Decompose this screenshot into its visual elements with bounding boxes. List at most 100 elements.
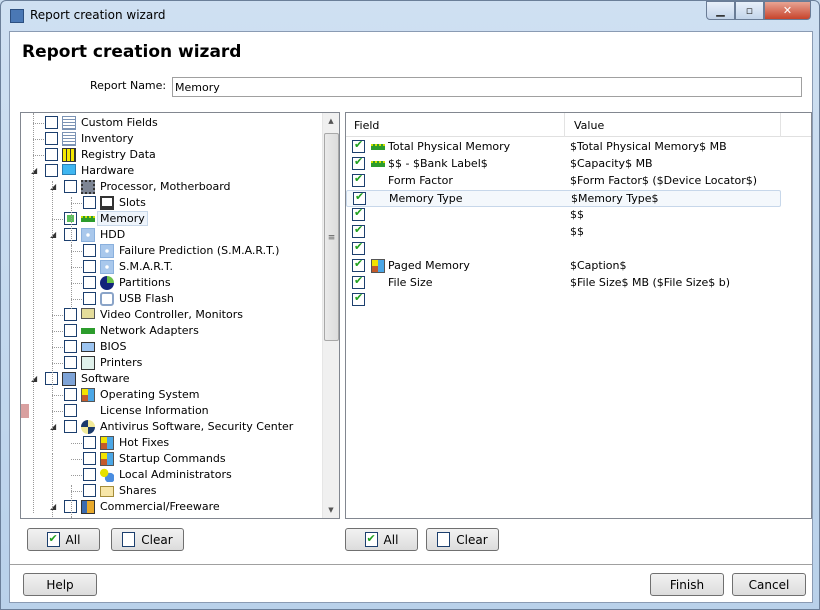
field-row[interactable] bbox=[346, 291, 781, 309]
field-checkbox[interactable] bbox=[352, 172, 365, 187]
tree-item[interactable]: Startup Commands bbox=[21, 451, 321, 467]
expand-toggle-icon[interactable]: ◢ bbox=[31, 166, 37, 175]
maximize-button[interactable]: ▫ bbox=[735, 1, 764, 20]
tree-item[interactable]: Shares bbox=[21, 483, 321, 499]
field-checkbox[interactable] bbox=[352, 240, 365, 255]
monitor-icon bbox=[62, 164, 76, 175]
tree-item[interactable]: Local Administrators bbox=[21, 467, 321, 483]
tree-item[interactable]: ◢ Processor, Motherboard bbox=[21, 179, 321, 195]
tree-item[interactable]: BIOS bbox=[21, 339, 321, 355]
tree-item[interactable]: Network Adapters bbox=[21, 323, 321, 339]
scroll-down-arrow-icon[interactable]: ▼ bbox=[323, 502, 339, 518]
data-group-tree[interactable]: ▲ ≡ ▼ Custom Fields Inventory Registry Dat… bbox=[20, 112, 340, 519]
tree-item-checkbox[interactable] bbox=[83, 244, 96, 257]
tree-item-checkbox[interactable] bbox=[83, 196, 96, 209]
tree-item-checkbox[interactable] bbox=[64, 356, 77, 369]
scroll-up-arrow-icon[interactable]: ▲ bbox=[323, 113, 339, 129]
fields-select-all-button[interactable]: All bbox=[345, 528, 418, 551]
tree-item-checkbox[interactable] bbox=[64, 180, 77, 193]
field-checkbox[interactable] bbox=[352, 138, 365, 153]
tree-item[interactable]: ◢ HDD bbox=[21, 227, 321, 243]
tree-item[interactable]: Printers bbox=[21, 355, 321, 371]
tree-item[interactable]: Failure Prediction (S.M.A.R.T.) bbox=[21, 243, 321, 259]
tree-item[interactable]: S.M.A.R.T. bbox=[21, 259, 321, 275]
expand-toggle-icon[interactable]: ◢ bbox=[31, 374, 37, 383]
tree-item-checkbox[interactable] bbox=[45, 132, 58, 145]
tree-item-checkbox[interactable] bbox=[83, 436, 96, 449]
software-icon bbox=[62, 372, 76, 386]
tree-item[interactable]: Operating System bbox=[21, 387, 321, 403]
tree-item[interactable]: ◢ Commercial/Freeware bbox=[21, 499, 321, 515]
tree-item-checkbox[interactable] bbox=[64, 420, 77, 433]
field-value: $File Size$ MB ($File Size$ b) bbox=[570, 276, 731, 289]
tree-item-label: Custom Fields bbox=[81, 116, 158, 129]
tree-item[interactable]: Slots bbox=[21, 195, 321, 211]
field-checkbox[interactable] bbox=[352, 223, 365, 238]
field-row[interactable]: File Size $File Size$ MB ($File Size$ b) bbox=[346, 274, 781, 292]
column-header-field[interactable]: Field bbox=[354, 119, 379, 132]
field-row[interactable]: $$ bbox=[346, 223, 781, 241]
tree-item[interactable]: License Information bbox=[21, 403, 321, 419]
cancel-button[interactable]: Cancel bbox=[732, 573, 806, 596]
close-button[interactable]: ✕ bbox=[764, 1, 811, 20]
disk-icon bbox=[81, 228, 95, 242]
scrollbar-thumb[interactable]: ≡ bbox=[324, 133, 339, 341]
field-row[interactable]: Total Physical Memory $Total Physical Mem… bbox=[346, 138, 781, 156]
tree-item[interactable]: Custom Fields bbox=[21, 115, 321, 131]
expand-toggle-icon[interactable]: ◢ bbox=[50, 502, 56, 511]
document-icon bbox=[62, 116, 76, 130]
field-checkbox[interactable] bbox=[352, 291, 365, 306]
field-row[interactable]: Form Factor $Form Factor$ ($Device Locato… bbox=[346, 172, 781, 190]
tree-item-checkbox[interactable] bbox=[45, 164, 58, 177]
tree-item-checkbox[interactable] bbox=[64, 324, 77, 337]
tree-item-checkbox[interactable] bbox=[64, 340, 77, 353]
expand-toggle-icon[interactable]: ◢ bbox=[50, 230, 56, 239]
tree-select-all-button[interactable]: All bbox=[27, 528, 100, 551]
fields-clear-button[interactable]: Clear bbox=[426, 528, 499, 551]
column-header-value[interactable]: Value bbox=[574, 119, 604, 132]
windows-icon bbox=[81, 388, 95, 402]
tree-item[interactable]: Memory bbox=[21, 211, 321, 227]
field-checkbox[interactable] bbox=[352, 274, 365, 289]
tree-item-checkbox[interactable] bbox=[45, 148, 58, 161]
tree-item-checkbox[interactable] bbox=[83, 276, 96, 289]
help-button[interactable]: Help bbox=[23, 573, 97, 596]
field-row[interactable]: Memory Type $Memory Type$ bbox=[346, 190, 781, 207]
field-checkbox[interactable] bbox=[352, 257, 365, 272]
tree-item[interactable]: Video Controller, Monitors bbox=[21, 307, 321, 323]
field-row[interactable] bbox=[346, 240, 781, 258]
tree-item-label: USB Flash bbox=[119, 292, 174, 305]
tree-scrollbar[interactable]: ▲ ≡ ▼ bbox=[322, 113, 339, 518]
field-checkbox[interactable] bbox=[352, 155, 365, 170]
finish-button[interactable]: Finish bbox=[650, 573, 724, 596]
tree-item-checkbox[interactable] bbox=[64, 388, 77, 401]
field-checkbox[interactable] bbox=[353, 190, 366, 205]
field-row[interactable]: $$ bbox=[346, 206, 781, 224]
field-row[interactable]: Paged Memory $Caption$ bbox=[346, 257, 781, 275]
tree-item[interactable]: ◢ Software bbox=[21, 371, 321, 387]
tree-item-checkbox[interactable] bbox=[83, 452, 96, 465]
tree-item[interactable]: Partitions bbox=[21, 275, 321, 291]
tree-item[interactable]: Inventory bbox=[21, 131, 321, 147]
tree-item[interactable]: Registry Data bbox=[21, 147, 321, 163]
expand-toggle-icon[interactable]: ◢ bbox=[50, 422, 56, 431]
tree-item[interactable]: USB Flash bbox=[21, 291, 321, 307]
tree-item[interactable]: ◢ Antivirus Software, Security Center bbox=[21, 419, 321, 435]
tree-item-checkbox[interactable] bbox=[83, 260, 96, 273]
field-list[interactable]: Field Value Total Physical Memory $Total … bbox=[345, 112, 812, 519]
report-name-input[interactable] bbox=[172, 77, 802, 97]
tree-item[interactable]: Hot Fixes bbox=[21, 435, 321, 451]
tree-item-checkbox[interactable] bbox=[45, 116, 58, 129]
field-checkbox[interactable] bbox=[352, 206, 365, 221]
tree-item-label: Video Controller, Monitors bbox=[100, 308, 243, 321]
tree-item[interactable]: ◢ Hardware bbox=[21, 163, 321, 179]
tree-item-checkbox[interactable] bbox=[83, 484, 96, 497]
tree-item-checkbox[interactable] bbox=[64, 308, 77, 321]
tree-item-checkbox[interactable] bbox=[64, 404, 77, 417]
tree-item-checkbox[interactable] bbox=[83, 292, 96, 305]
minimize-button[interactable]: ▁ bbox=[706, 1, 735, 20]
expand-toggle-icon[interactable]: ◢ bbox=[50, 182, 56, 191]
tree-item-checkbox[interactable] bbox=[83, 468, 96, 481]
tree-clear-button[interactable]: Clear bbox=[111, 528, 184, 551]
field-row[interactable]: $$ - $Bank Label$ $Capacity$ MB bbox=[346, 155, 781, 173]
